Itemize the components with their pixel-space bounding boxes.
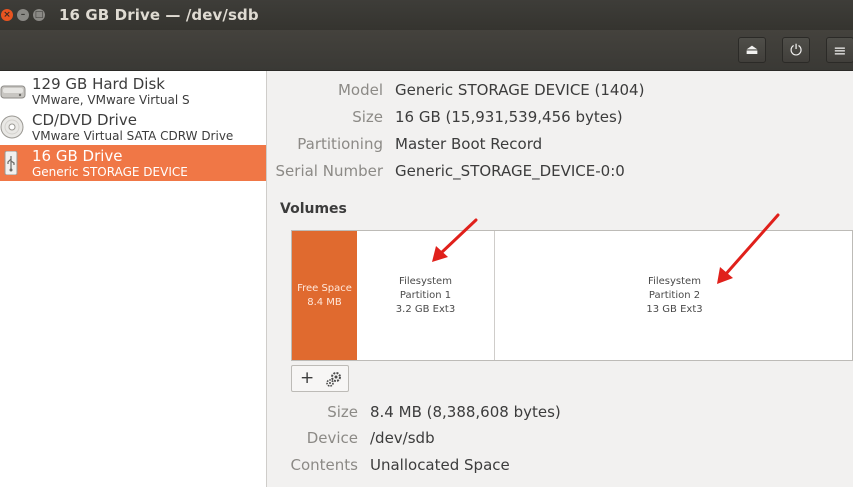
annotation-arrow-partition-2: [717, 213, 780, 284]
annotation-arrows: [432, 213, 780, 284]
annotation-arrow-partition-1: [432, 218, 478, 262]
